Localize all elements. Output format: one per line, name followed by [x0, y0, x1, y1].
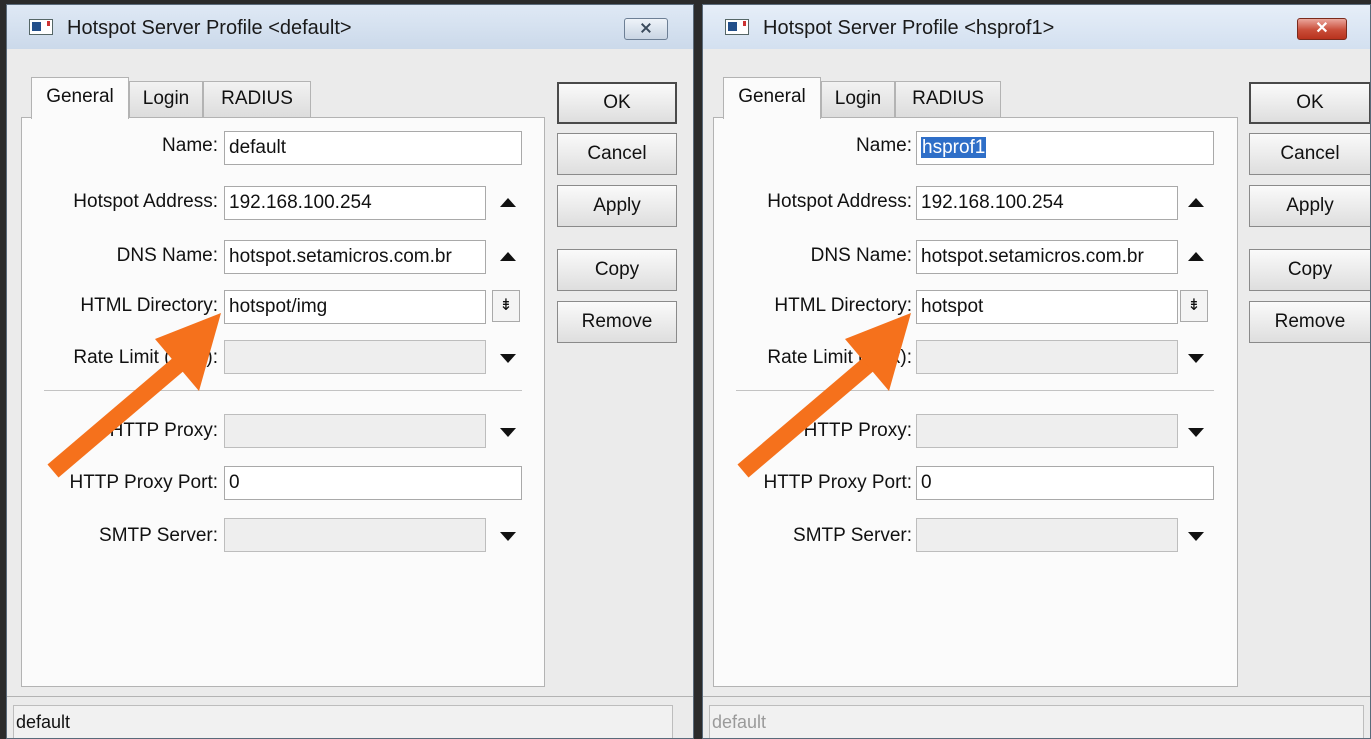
separator — [44, 390, 522, 391]
status-bar: default — [7, 696, 693, 738]
general-panel: Name: default Hotspot Address: 192.168.1… — [21, 117, 545, 687]
apply-button[interactable]: Apply — [557, 185, 677, 227]
dropdown-arrow-icon[interactable] — [1188, 354, 1204, 363]
smtp-server-field[interactable] — [224, 518, 486, 552]
html-directory-label: HTML Directory: — [774, 295, 912, 316]
general-panel: Name: hsprof1 Hotspot Address: 192.168.1… — [713, 117, 1238, 687]
copy-button[interactable]: Copy — [557, 249, 677, 291]
name-field[interactable]: default — [224, 131, 522, 165]
status-text: default — [709, 705, 1364, 738]
dropdown-arrow-icon[interactable] — [500, 532, 516, 541]
dns-name-field[interactable]: hotspot.setamicros.com.br — [916, 240, 1178, 274]
dropdown-arrow-icon[interactable] — [1188, 532, 1204, 541]
http-proxy-field[interactable] — [916, 414, 1178, 448]
html-directory-field[interactable]: hotspot/img — [224, 290, 486, 324]
dns-name-label: DNS Name: — [810, 245, 912, 266]
tab-general[interactable]: General — [31, 77, 129, 119]
window-icon — [29, 19, 53, 35]
name-label: Name: — [162, 135, 218, 156]
tab-radius[interactable]: RADIUS — [203, 81, 311, 118]
rate-limit-field[interactable] — [916, 340, 1178, 374]
html-directory-field[interactable]: hotspot — [916, 290, 1178, 324]
http-proxy-port-label: HTTP Proxy Port: — [763, 472, 912, 493]
tab-login[interactable]: Login — [129, 81, 203, 118]
collapse-up-icon[interactable] — [500, 252, 516, 261]
window-title: Hotspot Server Profile <hsprof1> — [763, 17, 1055, 39]
collapse-up-icon[interactable] — [500, 198, 516, 207]
dns-name-label: DNS Name: — [116, 245, 218, 266]
tab-radius[interactable]: RADIUS — [895, 81, 1001, 118]
window-client: General Login RADIUS Name: hsprof1 Hotsp… — [703, 49, 1370, 738]
hotspot-address-field[interactable]: 192.168.100.254 — [224, 186, 486, 220]
status-bar: default — [703, 696, 1370, 738]
hotspot-profile-window-hsprof1: Hotspot Server Profile <hsprof1> ✕ Gener… — [702, 4, 1371, 739]
status-text: default — [13, 705, 673, 738]
copy-button[interactable]: Copy — [1249, 249, 1370, 291]
collapse-up-icon[interactable] — [1188, 198, 1204, 207]
smtp-server-field[interactable] — [916, 518, 1178, 552]
window-icon — [725, 19, 749, 35]
dropdown-arrow-icon[interactable] — [500, 354, 516, 363]
window-title: Hotspot Server Profile <default> — [67, 17, 352, 39]
rate-limit-label: Rate Limit (rx/tx): — [73, 347, 218, 368]
dropdown-expand-icon[interactable]: ⇟ — [1180, 290, 1208, 322]
name-label: Name: — [856, 135, 912, 156]
hotspot-address-field[interactable]: 192.168.100.254 — [916, 186, 1178, 220]
dropdown-arrow-icon[interactable] — [500, 428, 516, 437]
html-directory-label: HTML Directory: — [80, 295, 218, 316]
tab-general[interactable]: General — [723, 77, 821, 119]
http-proxy-port-label: HTTP Proxy Port: — [69, 472, 218, 493]
separator — [736, 390, 1214, 391]
name-field[interactable]: hsprof1 — [916, 131, 1214, 165]
http-proxy-port-field[interactable]: 0 — [916, 466, 1214, 500]
hotspot-address-label: Hotspot Address: — [767, 191, 912, 212]
rate-limit-label: Rate Limit (rx/tx): — [767, 347, 912, 368]
http-proxy-label: HTTP Proxy: — [109, 420, 218, 441]
title-bar[interactable]: Hotspot Server Profile <default> ⨯ — [7, 5, 693, 49]
ok-button[interactable]: OK — [557, 82, 677, 124]
tab-login[interactable]: Login — [821, 81, 895, 118]
http-proxy-label: HTTP Proxy: — [803, 420, 912, 441]
hotspot-profile-window-default: Hotspot Server Profile <default> ⨯ Gener… — [6, 4, 694, 739]
dns-name-field[interactable]: hotspot.setamicros.com.br — [224, 240, 486, 274]
apply-button[interactable]: Apply — [1249, 185, 1370, 227]
close-button[interactable]: ✕ — [1297, 18, 1347, 40]
cancel-button[interactable]: Cancel — [1249, 133, 1370, 175]
smtp-server-label: SMTP Server: — [99, 525, 218, 546]
title-bar[interactable]: Hotspot Server Profile <hsprof1> ✕ — [703, 5, 1370, 49]
hotspot-address-label: Hotspot Address: — [73, 191, 218, 212]
collapse-up-icon[interactable] — [1188, 252, 1204, 261]
remove-button[interactable]: Remove — [557, 301, 677, 343]
ok-button[interactable]: OK — [1249, 82, 1370, 124]
close-button[interactable]: ⨯ — [624, 18, 668, 40]
dropdown-arrow-icon[interactable] — [1188, 428, 1204, 437]
dropdown-expand-icon[interactable]: ⇟ — [492, 290, 520, 322]
http-proxy-field[interactable] — [224, 414, 486, 448]
smtp-server-label: SMTP Server: — [793, 525, 912, 546]
cancel-button[interactable]: Cancel — [557, 133, 677, 175]
name-selected-text: hsprof1 — [921, 137, 987, 158]
window-client: General Login RADIUS Name: default Hotsp… — [7, 49, 693, 738]
rate-limit-field[interactable] — [224, 340, 486, 374]
remove-button[interactable]: Remove — [1249, 301, 1370, 343]
http-proxy-port-field[interactable]: 0 — [224, 466, 522, 500]
